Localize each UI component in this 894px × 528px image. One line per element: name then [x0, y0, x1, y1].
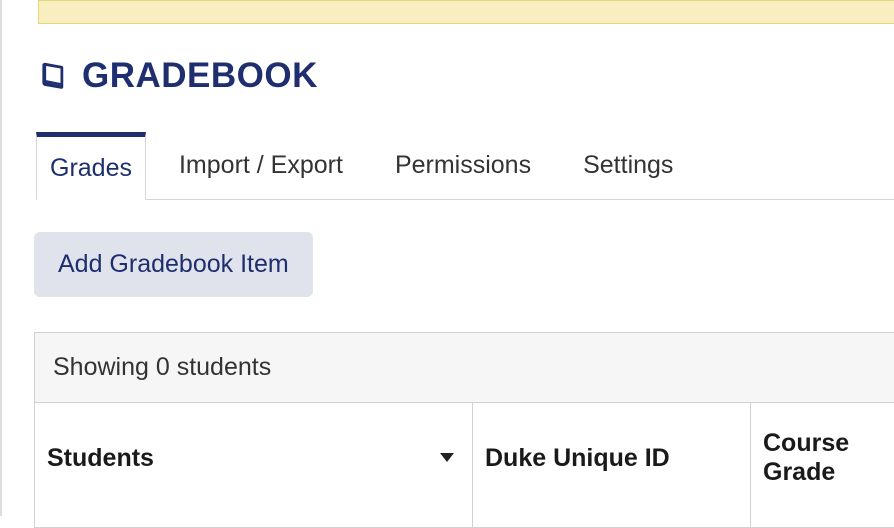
alert-banner	[38, 0, 894, 24]
column-header-duke-unique-id[interactable]: Duke Unique ID	[473, 403, 751, 527]
tab-grades[interactable]: Grades	[36, 132, 146, 200]
tab-settings[interactable]: Settings	[564, 131, 692, 199]
column-label: Students	[47, 444, 154, 473]
gradebook-table: Showing 0 students Students Duke Unique …	[34, 332, 894, 528]
page-title: GRADEBOOK	[82, 56, 318, 96]
column-header-students[interactable]: Students	[35, 403, 473, 527]
column-label: Duke Unique ID	[485, 444, 670, 473]
table-status-text: Showing 0 students	[35, 333, 894, 403]
table-header-row: Students Duke Unique ID Course Grade	[35, 403, 894, 527]
column-header-course-grade[interactable]: Course Grade	[751, 403, 894, 527]
caret-down-icon	[440, 453, 454, 463]
tab-label: Settings	[583, 151, 673, 180]
page-header: GRADEBOOK	[38, 56, 318, 96]
tab-label: Permissions	[395, 151, 531, 180]
left-rail-divider	[0, 0, 2, 516]
column-label: Course Grade	[763, 429, 882, 487]
add-gradebook-item-button[interactable]: Add Gradebook Item	[34, 232, 313, 297]
book-icon	[38, 61, 68, 91]
tab-label: Import / Export	[179, 151, 343, 180]
tab-import-export[interactable]: Import / Export	[160, 131, 362, 199]
tab-label: Grades	[50, 154, 132, 183]
tab-bar: Grades Import / Export Permissions Setti…	[36, 132, 894, 200]
tab-permissions[interactable]: Permissions	[376, 131, 550, 199]
